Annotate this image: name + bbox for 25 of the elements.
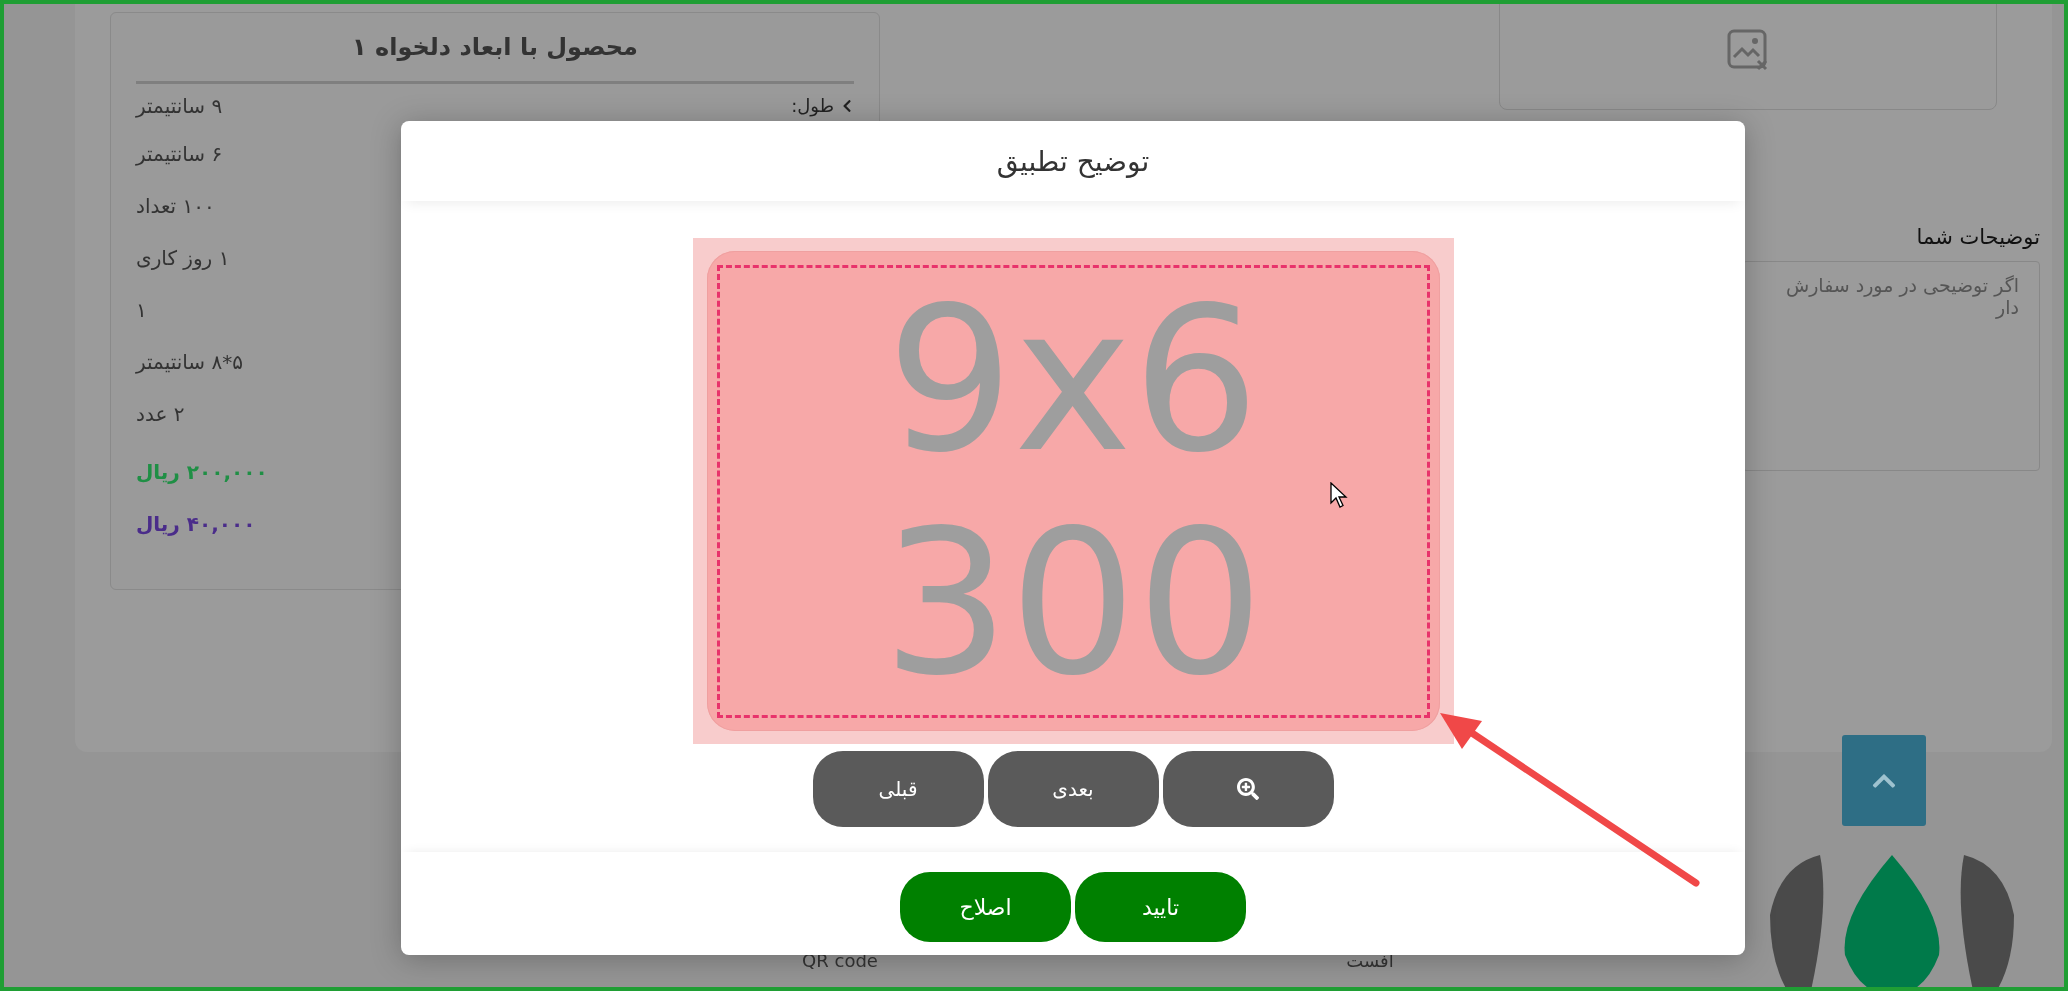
price-text: ۲۰۰,۰۰۰ ریال bbox=[136, 460, 268, 484]
cursor-icon bbox=[1330, 482, 1348, 508]
notes-label: توضیحات شما bbox=[1916, 225, 2040, 249]
nav-button[interactable]: قبلی bbox=[812, 751, 984, 827]
field-value: ۱ روز کاری bbox=[136, 246, 230, 270]
nav-button[interactable]: بعدی bbox=[987, 751, 1159, 827]
card-title: محصول با ابعاد دلخواه ۱ bbox=[351, 32, 639, 63]
field-label: طول: bbox=[791, 96, 834, 116]
footer-label: افست bbox=[1346, 950, 1394, 971]
field-value: ۲ عدد bbox=[136, 402, 185, 426]
field-value: ۱ bbox=[136, 298, 147, 322]
quantity-text: 300 bbox=[882, 503, 1264, 704]
confirm-button[interactable]: تایید bbox=[1075, 872, 1246, 942]
field-value: ۵*۸ سانتیمتر bbox=[136, 350, 243, 374]
dialog-title: توضیح تطبیق bbox=[996, 144, 1150, 178]
broken-image-icon bbox=[1727, 29, 1769, 71]
field-value: ۶ سانتیمتر bbox=[136, 142, 223, 166]
size-text: 9x6 bbox=[886, 279, 1260, 480]
zoom-in-icon bbox=[1237, 778, 1259, 800]
field-value: ۹ سانتیمتر bbox=[136, 94, 223, 118]
zoom-button[interactable] bbox=[1162, 751, 1334, 827]
notes-field[interactable]: اگر توضیحی در مورد سفارش دار bbox=[1742, 261, 2040, 471]
price-text: ۴۰,۰۰۰ ریال bbox=[136, 512, 256, 536]
edit-button[interactable]: اصلاح bbox=[900, 872, 1071, 942]
field-value: ۱۰۰ تعداد bbox=[136, 194, 215, 218]
